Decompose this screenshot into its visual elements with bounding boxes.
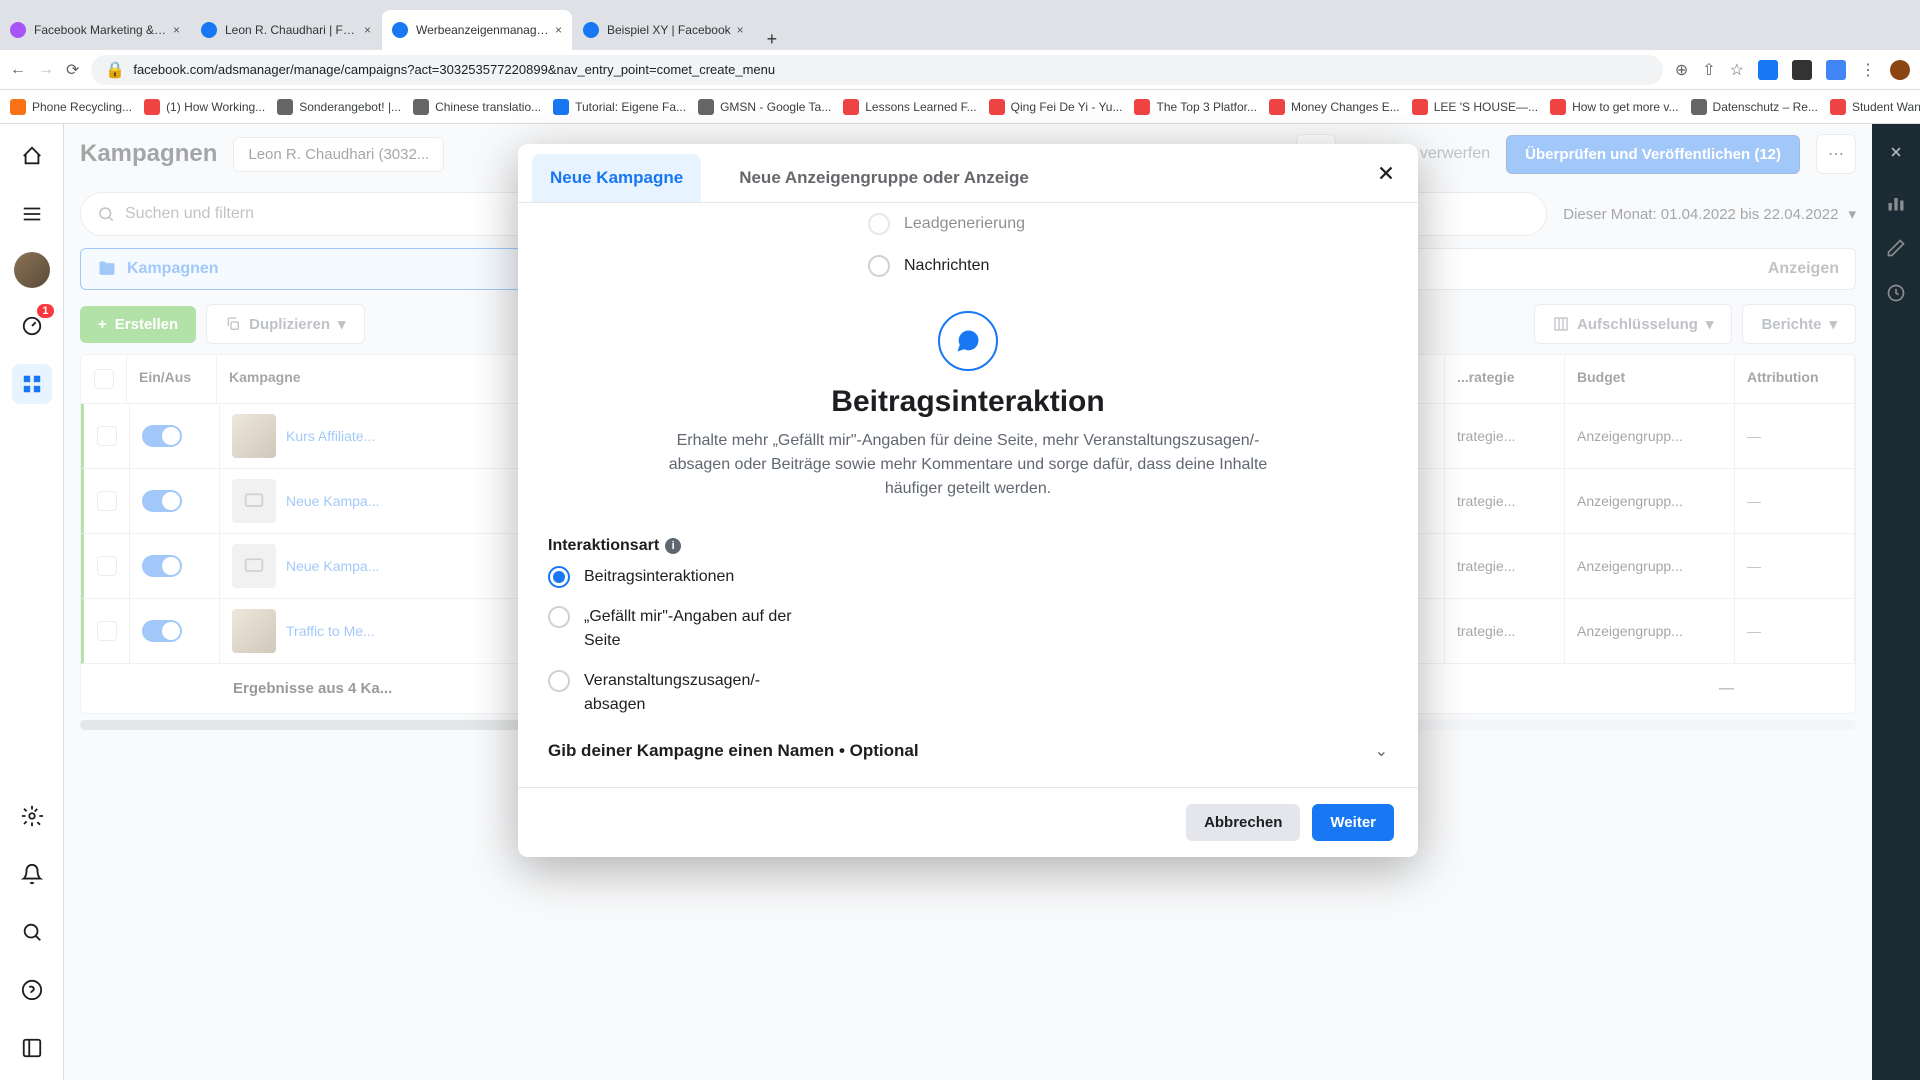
collapse-icon[interactable] — [12, 1028, 52, 1068]
url-bar[interactable]: 🔒 facebook.com/adsmanager/manage/campaig… — [91, 55, 1662, 85]
close-icon[interactable]: × — [737, 23, 744, 37]
next-button[interactable]: Weiter — [1312, 804, 1394, 841]
info-icon[interactable]: i — [665, 538, 681, 554]
favicon — [392, 22, 408, 38]
favicon — [10, 22, 26, 38]
close-icon[interactable]: × — [173, 23, 180, 37]
home-icon[interactable] — [12, 136, 52, 176]
section-title: Gib deiner Kampagne einen Namen • Option… — [548, 741, 919, 761]
bookmark-item[interactable]: Phone Recycling... — [10, 99, 132, 115]
chevron-down-icon: ⌄ — [1375, 741, 1388, 761]
bookmark-item[interactable]: Sonderangebot! |... — [277, 99, 401, 115]
bell-icon[interactable] — [12, 854, 52, 894]
close-icon[interactable]: × — [555, 23, 562, 37]
browser-tab[interactable]: Leon R. Chaudhari | Facebook × — [191, 10, 381, 50]
zoom-icon[interactable]: ⊕ — [1675, 60, 1688, 80]
new-tab-button[interactable]: + — [755, 29, 790, 50]
new-campaign-modal: Neue Kampagne Neue Anzeigengruppe oder A… — [518, 144, 1418, 857]
radio-page-likes[interactable]: „Gefällt mir"-Angaben auf der Seite — [548, 605, 1388, 653]
bookmark-item[interactable]: Money Changes E... — [1269, 99, 1400, 115]
bookmark-item[interactable]: The Top 3 Platfor... — [1134, 99, 1257, 115]
objective-lead[interactable]: Leadgenerierung — [548, 203, 1388, 245]
bookmark-item[interactable]: Student Wants an... — [1830, 99, 1920, 115]
edit-icon[interactable] — [1886, 238, 1906, 263]
menu-icon[interactable]: ⋮ — [1860, 60, 1876, 80]
browser-tab-strip: Facebook Marketing & Werbea... × Leon R. … — [0, 0, 1920, 50]
bookmark-icon[interactable]: ☆ — [1730, 60, 1744, 80]
left-rail: 1 — [0, 124, 64, 1080]
bookmark-item[interactable]: Qing Fei De Yi - Yu... — [989, 99, 1123, 115]
grid-icon[interactable] — [12, 364, 52, 404]
browser-tab-active[interactable]: Werbeanzeigenmanager - We... × — [382, 10, 572, 50]
radio-checked — [548, 566, 570, 588]
help-icon[interactable] — [12, 970, 52, 1010]
browser-actions: ⊕ ⇧ ☆ ⋮ — [1675, 60, 1910, 80]
engagement-icon — [938, 311, 998, 371]
chart-icon[interactable] — [1886, 193, 1906, 218]
browser-tab[interactable]: Beispiel XY | Facebook × — [573, 10, 754, 50]
favicon — [583, 22, 599, 38]
engagement-desc: Erhalte mehr „Gefällt mir"-Angaben für d… — [648, 429, 1288, 501]
avatar[interactable] — [14, 252, 50, 288]
cancel-button[interactable]: Abbrechen — [1186, 804, 1300, 841]
forward-icon[interactable]: → — [38, 61, 54, 79]
gauge-icon[interactable]: 1 — [12, 306, 52, 346]
share-icon[interactable]: ⇧ — [1702, 60, 1715, 80]
modal-scrim: Neue Kampagne Neue Anzeigengruppe oder A… — [64, 124, 1872, 1080]
extension-icon[interactable] — [1792, 60, 1812, 80]
browser-toolbar: ← → ⟳ 🔒 facebook.com/adsmanager/manage/c… — [0, 50, 1920, 90]
bookmark-item[interactable]: Tutorial: Eigene Fa... — [553, 99, 686, 115]
extension-icon[interactable] — [1826, 60, 1846, 80]
search-icon[interactable] — [12, 912, 52, 952]
profile-avatar-icon[interactable] — [1890, 60, 1910, 80]
radio-empty — [548, 670, 570, 692]
modal-tab-new-adset[interactable]: Neue Anzeigengruppe oder Anzeige — [721, 154, 1047, 202]
engagement-title: Beitragsinteraktion — [648, 385, 1288, 419]
modal-close-button[interactable] — [1368, 155, 1404, 191]
tab-title: Beispiel XY | Facebook — [607, 23, 731, 37]
campaign-name-section[interactable]: Gib deiner Kampagne einen Namen • Option… — [548, 717, 1388, 767]
bookmarks-bar: Phone Recycling... (1) How Working... So… — [0, 90, 1920, 124]
extension-icon[interactable] — [1758, 60, 1778, 80]
objective-label: Nachrichten — [904, 257, 989, 275]
bookmark-item[interactable]: Chinese translatio... — [413, 99, 541, 115]
radio-label: „Gefällt mir"-Angaben auf der Seite — [584, 605, 804, 653]
radio-label: Beitragsinteraktionen — [584, 565, 734, 589]
bookmark-item[interactable]: LEE 'S HOUSE—... — [1412, 99, 1538, 115]
tab-title: Facebook Marketing & Werbea... — [34, 23, 167, 37]
right-rail — [1872, 124, 1920, 1080]
radio-label: Veranstaltungszusagen/-absagen — [584, 669, 804, 717]
interaction-type-label: Interaktionsart i — [548, 537, 1388, 555]
bookmark-item[interactable]: How to get more v... — [1550, 99, 1678, 115]
radio-empty — [548, 606, 570, 628]
bookmark-item[interactable]: Lessons Learned F... — [843, 99, 976, 115]
radio-event-responses[interactable]: Veranstaltungszusagen/-absagen — [548, 669, 1388, 717]
browser-tab[interactable]: Facebook Marketing & Werbea... × — [0, 10, 190, 50]
back-icon[interactable]: ← — [10, 61, 26, 79]
bookmark-item[interactable]: GMSN - Google Ta... — [698, 99, 831, 115]
favicon — [201, 22, 217, 38]
gear-icon[interactable] — [12, 796, 52, 836]
modal-tab-new-campaign[interactable]: Neue Kampagne — [532, 154, 701, 202]
radio-empty — [868, 255, 890, 277]
url-text: facebook.com/adsmanager/manage/campaigns… — [133, 62, 1649, 77]
bookmark-item[interactable]: (1) How Working... — [144, 99, 265, 115]
objective-messages[interactable]: Nachrichten — [548, 245, 1388, 287]
tab-title: Werbeanzeigenmanager - We... — [416, 23, 549, 37]
radio-post-engagement[interactable]: Beitragsinteraktionen — [548, 565, 1388, 589]
close-icon[interactable]: × — [364, 23, 371, 37]
bookmark-item[interactable]: Datenschutz – Re... — [1691, 99, 1818, 115]
radio-empty — [868, 213, 890, 235]
close-icon[interactable] — [1880, 136, 1912, 173]
menu-icon[interactable] — [12, 194, 52, 234]
objective-label: Leadgenerierung — [904, 215, 1025, 233]
tab-title: Leon R. Chaudhari | Facebook — [225, 23, 358, 37]
lock-icon: 🔒 — [105, 60, 125, 80]
clock-icon[interactable] — [1886, 283, 1906, 308]
reload-icon[interactable]: ⟳ — [66, 60, 79, 80]
